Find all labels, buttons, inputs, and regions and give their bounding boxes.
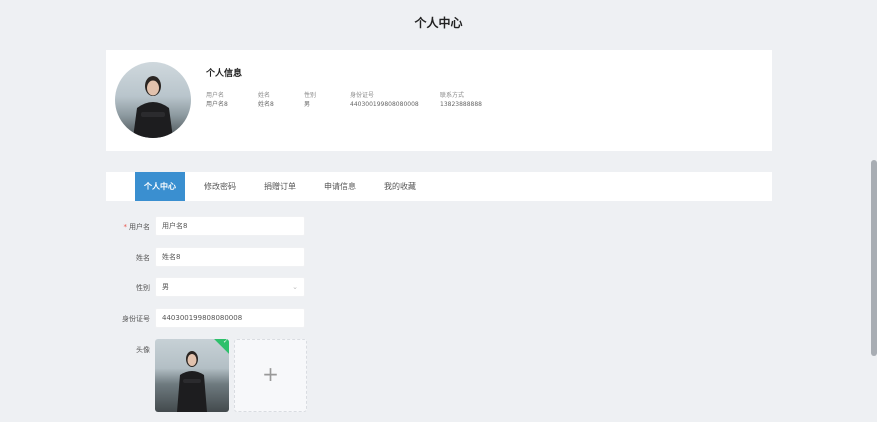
avatar-thumbnail[interactable]: ✓ — [155, 339, 229, 412]
field-value: 13823888888 — [440, 101, 482, 108]
tab-bar: 个人中心 修改密码 捐赠订单 申请信息 我的收藏 — [106, 172, 772, 201]
profile-field-name: 姓名 姓名8 — [258, 91, 274, 109]
profile-field-gender: 性别 男 — [304, 91, 316, 109]
field-label: 姓名 — [258, 92, 271, 99]
profile-title: 个人信息 — [206, 69, 243, 79]
person-figure — [133, 76, 173, 138]
field-value: 姓名8 — [258, 101, 274, 108]
upload-button[interactable]: + — [234, 339, 307, 412]
name-field[interactable]: 姓名8 — [155, 247, 305, 267]
gender-select[interactable]: 男 ⌄ — [155, 277, 305, 297]
person-figure — [177, 351, 207, 412]
profile-field-phone: 联系方式 13823888888 — [440, 91, 482, 109]
field-value: 男 — [304, 101, 311, 108]
tab-applications[interactable]: 申请信息 — [315, 172, 365, 201]
name-label: 姓名 — [136, 254, 150, 262]
page-title: 个人中心 — [414, 16, 463, 30]
required-mark: * — [123, 223, 128, 231]
field-label: 联系方式 — [440, 92, 465, 99]
username-label-text: 用户名 — [129, 223, 150, 231]
profile-field-username: 用户名 用户名8 — [206, 91, 228, 109]
idcard-field[interactable]: 440300199808080008 — [155, 308, 305, 328]
profile-field-idcard: 身份证号 440300199808080008 — [350, 91, 419, 109]
field-value: 用户名8 — [206, 101, 228, 108]
idcard-label: 身份证号 — [122, 315, 150, 323]
chevron-down-icon: ⌄ — [292, 283, 298, 291]
tab-profile[interactable]: 个人中心 — [135, 172, 185, 201]
profile-avatar — [115, 62, 191, 138]
gender-label: 性别 — [136, 284, 150, 292]
scrollbar[interactable] — [871, 160, 877, 356]
profile-card: 个人信息 用户名 用户名8 姓名 姓名8 性别 男 身份证号 440300199… — [106, 50, 772, 151]
plus-icon: + — [262, 362, 279, 386]
username-field[interactable]: 用户名8 — [155, 216, 305, 236]
username-label: * 用户名 — [104, 222, 151, 232]
tab-donation-orders[interactable]: 捐赠订单 — [255, 172, 305, 201]
gender-selected-value: 男 — [162, 283, 169, 291]
tab-change-password[interactable]: 修改密码 — [195, 172, 245, 201]
field-label: 用户名 — [206, 92, 225, 99]
field-value: 440300199808080008 — [350, 101, 419, 108]
field-label: 性别 — [304, 92, 317, 99]
check-icon: ✓ — [222, 339, 228, 345]
field-label: 身份证号 — [350, 92, 375, 99]
avatar-label: 头像 — [136, 346, 150, 354]
tab-favorites[interactable]: 我的收藏 — [375, 172, 425, 201]
